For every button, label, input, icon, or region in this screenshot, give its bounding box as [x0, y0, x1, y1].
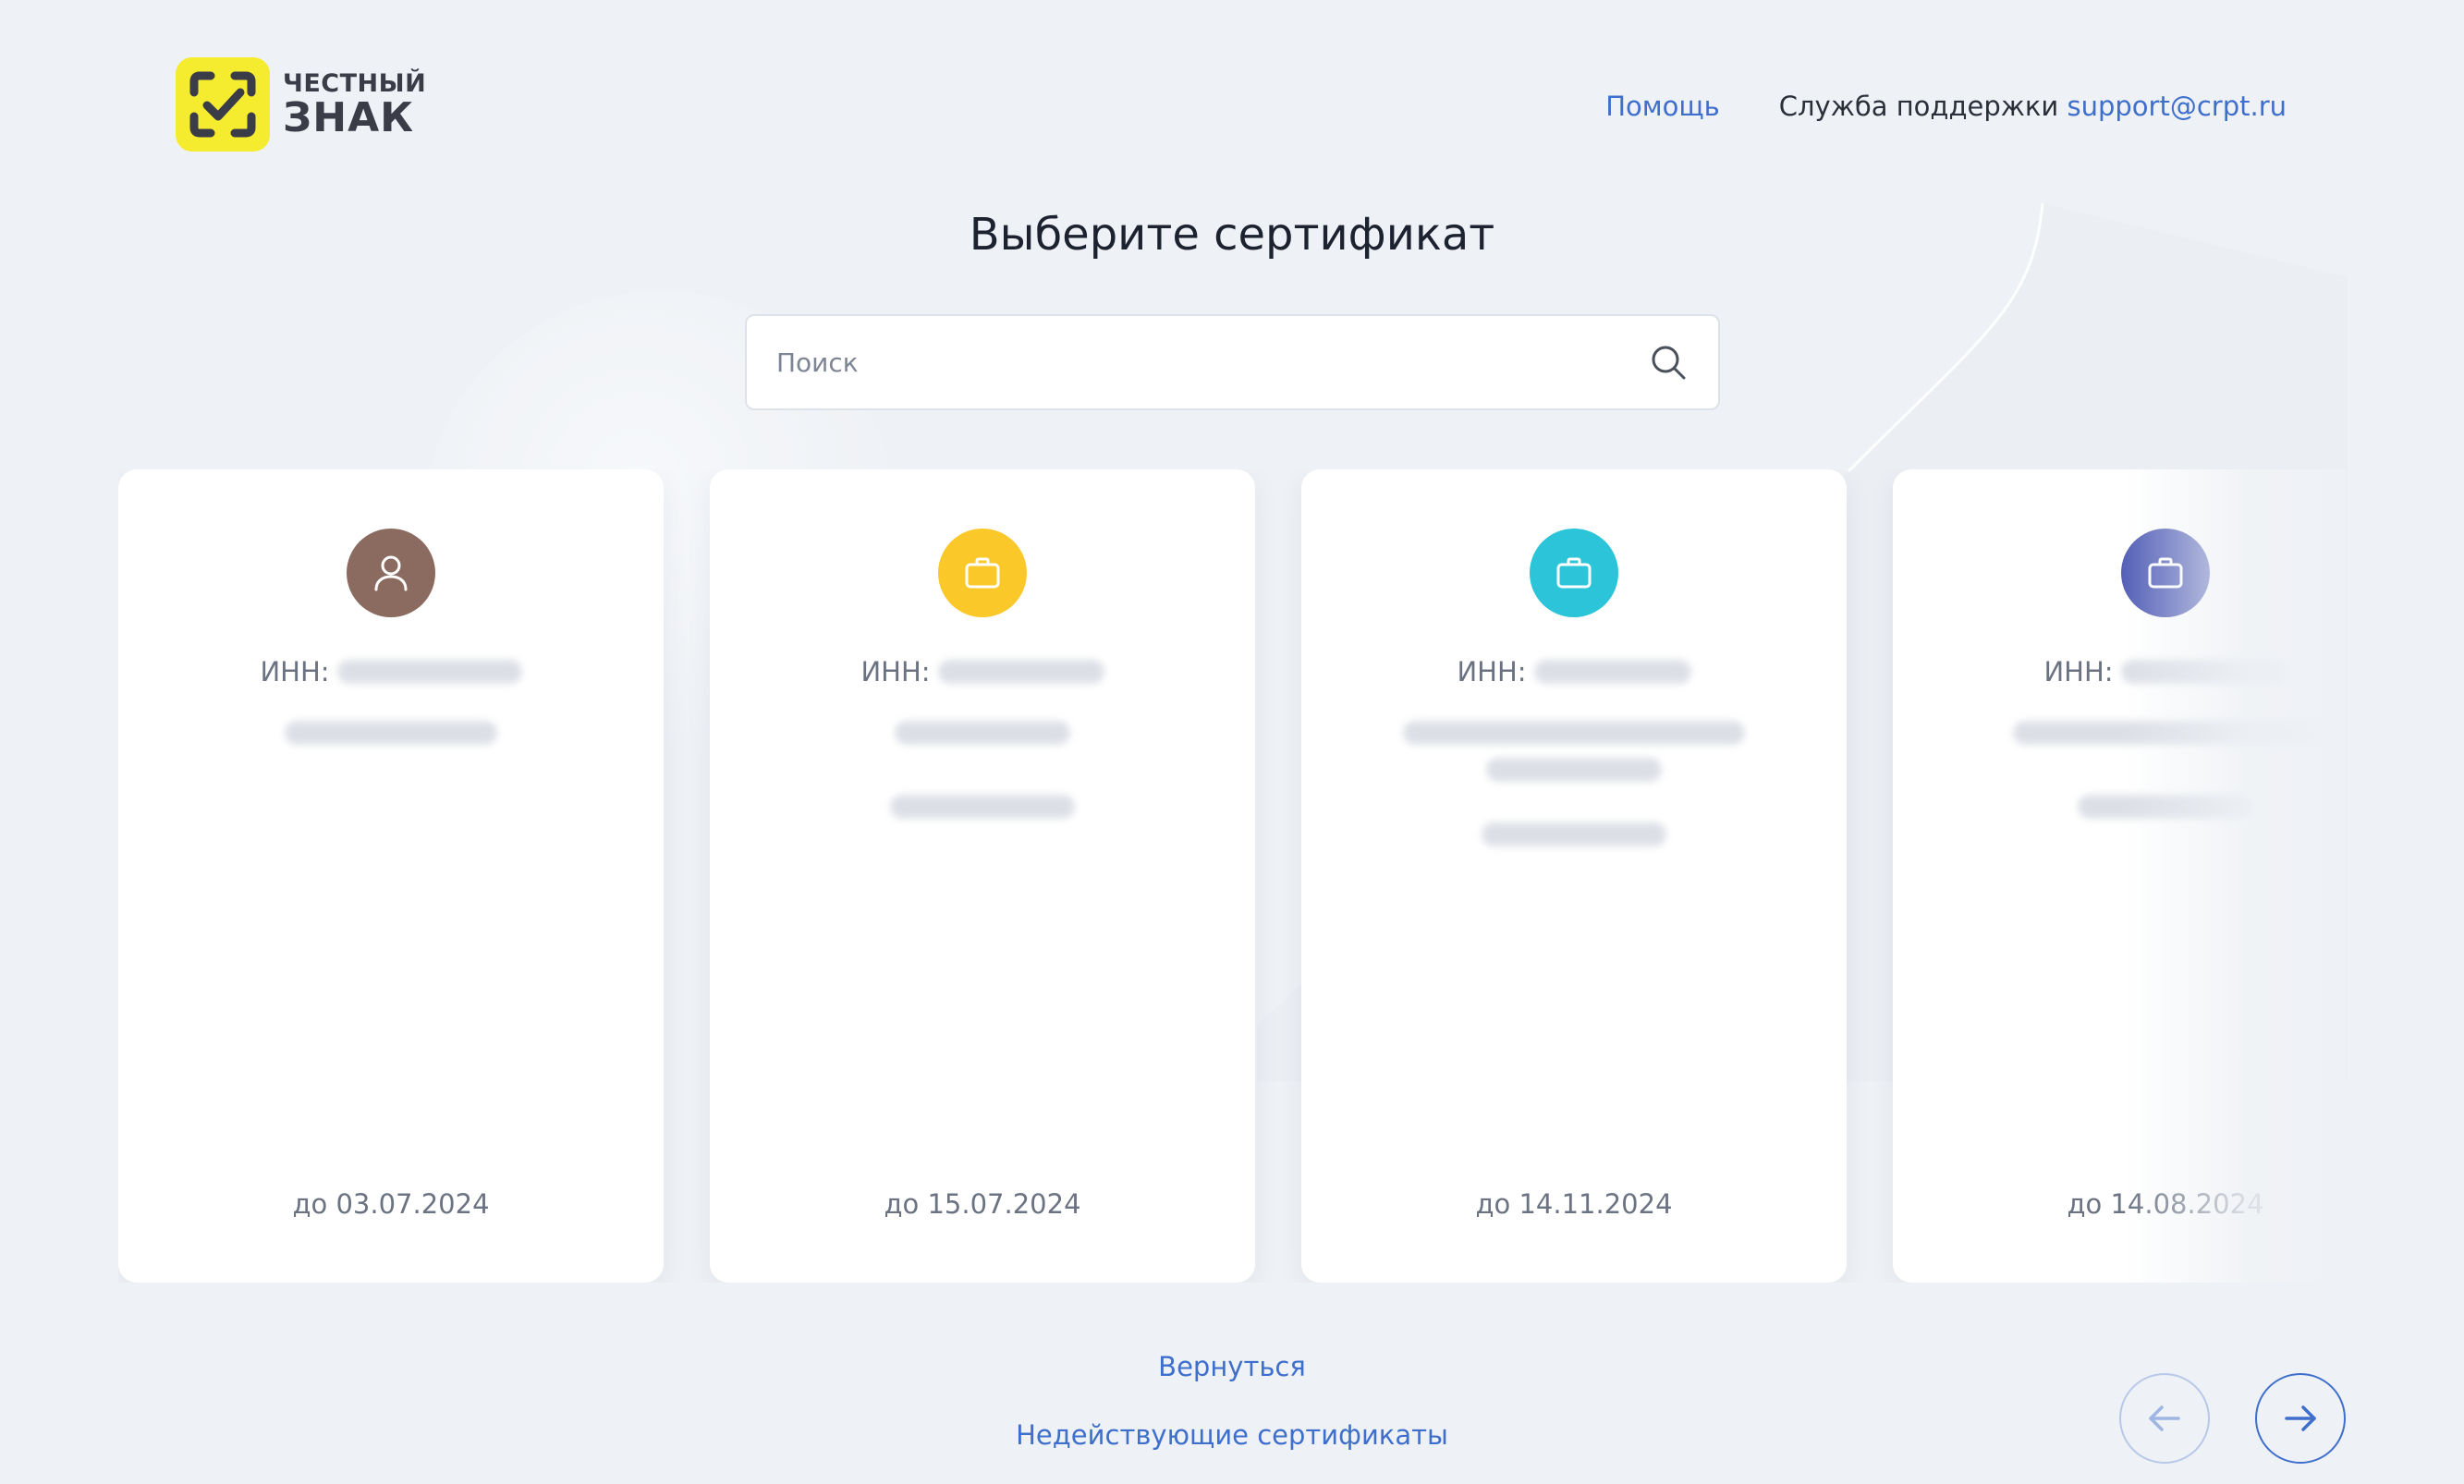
logo-line-1: ЧЕСТНЫЙ — [283, 68, 427, 98]
certificate-card[interactable]: ИНН: до 03.07.2024 — [118, 469, 664, 1283]
certificate-avatar — [938, 529, 1027, 617]
redacted-line — [2078, 795, 2253, 819]
logo-wordmark: ЧЕСТНЫЙ ЗНАК — [283, 71, 426, 139]
logo-line-2: ЗНАК — [283, 93, 415, 141]
certificate-carousel: ИНН: до 03.07.2024 ИНН: до 15.07.2024 ИН… — [118, 469, 2346, 1283]
certificate-card[interactable]: ИНН: до 15.07.2024 — [710, 469, 1255, 1283]
certificate-card[interactable]: ИНН: до 14.11.2024 — [1301, 469, 1847, 1283]
redacted-line — [1482, 822, 1666, 846]
brand-logo[interactable]: ЧЕСТНЫЙ ЗНАК — [176, 57, 426, 152]
support-info: Служба поддержки support@crpt.ru — [1779, 91, 2287, 122]
help-link[interactable]: Помощь — [1605, 91, 1720, 122]
inn-row: ИНН: — [860, 656, 1104, 687]
prev-page-button[interactable] — [2119, 1373, 2210, 1464]
invalid-certificates-link[interactable]: Недействующие сертификаты — [1016, 1419, 1448, 1451]
briefcase-icon — [965, 557, 1000, 589]
support-label: Служба поддержки — [1778, 91, 2059, 122]
user-icon — [374, 555, 408, 591]
certificate-valid-until: до 15.07.2024 — [884, 1188, 1081, 1220]
back-link-row: Вернуться — [0, 1351, 2464, 1382]
redacted-owner — [1403, 721, 1745, 846]
redacted-line — [1486, 758, 1662, 782]
redacted-owner — [890, 721, 1075, 819]
certificate-valid-until: до 14.11.2024 — [1475, 1188, 1673, 1220]
inn-label: ИНН: — [1457, 656, 1527, 687]
redacted-owner — [2013, 721, 2318, 819]
inn-row: ИНН: — [260, 656, 522, 687]
search-box[interactable] — [745, 314, 1720, 410]
inn-label: ИНН: — [260, 656, 330, 687]
arrow-right-icon — [2285, 1405, 2316, 1431]
redacted-line — [285, 721, 497, 745]
arrow-left-icon — [2149, 1405, 2180, 1431]
redacted-owner — [285, 721, 497, 745]
invalid-certs-link-row: Недействующие сертификаты — [0, 1419, 2464, 1451]
redacted-inn — [336, 660, 522, 684]
search-input[interactable] — [776, 347, 1648, 378]
top-nav: Помощь Служба поддержки support@crpt.ru — [1605, 91, 2287, 122]
inn-label: ИНН: — [860, 656, 931, 687]
back-link[interactable]: Вернуться — [1158, 1351, 1306, 1382]
certificate-card[interactable]: ИНН: до 14.08.2024 — [1893, 469, 2346, 1283]
redacted-inn — [1533, 660, 1691, 684]
certificate-avatar — [1530, 529, 1618, 617]
certificate-avatar — [347, 529, 435, 617]
certificate-valid-until: до 03.07.2024 — [292, 1188, 490, 1220]
redacted-line — [2013, 721, 2318, 745]
redacted-inn — [937, 660, 1104, 684]
support-email-link[interactable]: support@crpt.ru — [2067, 91, 2287, 122]
certificate-avatar — [2121, 529, 2210, 617]
search-icon[interactable] — [1648, 342, 1689, 383]
redacted-line — [895, 721, 1070, 745]
next-page-button[interactable] — [2255, 1373, 2346, 1464]
inn-row: ИНН: — [1457, 656, 1691, 687]
logo-check-icon — [176, 57, 270, 152]
redacted-line — [1403, 721, 1745, 745]
page-title: Выберите сертификат — [969, 209, 1495, 261]
redacted-line — [890, 795, 1075, 819]
certificate-valid-until: до 14.08.2024 — [2067, 1188, 2264, 1220]
redacted-inn — [2120, 660, 2287, 684]
briefcase-icon — [2148, 557, 2183, 589]
inn-row: ИНН: — [2043, 656, 2287, 687]
briefcase-icon — [1556, 557, 1592, 589]
inn-label: ИНН: — [2043, 656, 2114, 687]
